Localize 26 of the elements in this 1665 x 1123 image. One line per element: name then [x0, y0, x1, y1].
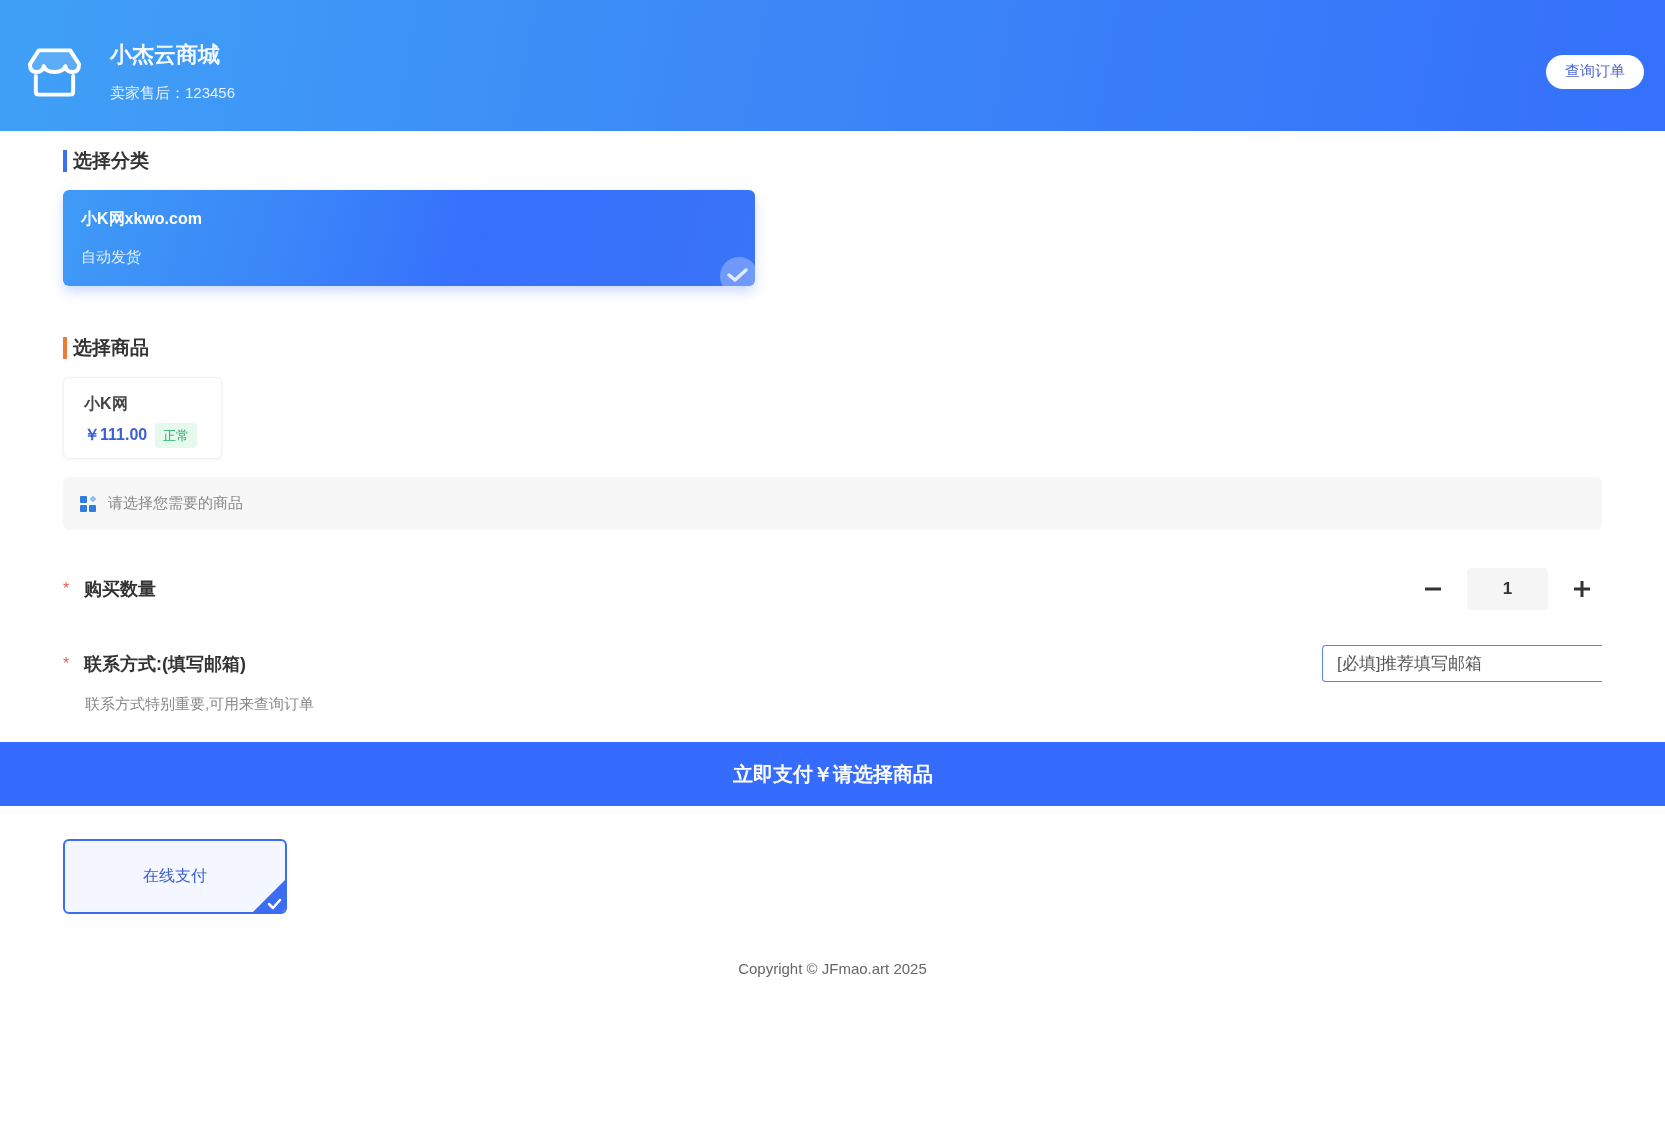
contact-note: 联系方式特别重要,可用来查询订单: [85, 695, 315, 712]
store-icon: [27, 45, 82, 98]
category-name: 小K网xkwo.com: [81, 209, 202, 229]
copyright-text: Copyright © JFmao.art 2025: [738, 960, 927, 977]
pay-button[interactable]: 立即支付￥请选择商品: [0, 742, 1665, 806]
quantity-field[interactable]: 1: [1467, 568, 1548, 610]
product-price: ￥111.00: [84, 425, 148, 445]
section-heading: 选择商品: [63, 337, 149, 359]
category-card[interactable]: 小K网xkwo.com 自动发货: [63, 190, 755, 286]
seller-support-text: 卖家售后：123456: [110, 82, 236, 103]
hint-text: 请选择您需要的商品: [108, 494, 243, 513]
status-badge: 正常: [155, 422, 198, 448]
quantity-label: 购买数量: [84, 578, 156, 601]
contact-label: 联系方式:(填写邮箱): [84, 652, 246, 676]
plus-icon: [1574, 581, 1590, 597]
required-mark: *: [63, 579, 71, 599]
payment-option[interactable]: 在线支付: [63, 839, 287, 914]
section-heading: 选择分类: [63, 150, 149, 172]
delivery-tag: 自动发货: [81, 247, 141, 267]
product-name: 小K网: [84, 394, 128, 414]
required-mark: *: [63, 653, 71, 674]
grid-icon: [80, 495, 97, 512]
shop-title: 小杰云商城: [110, 40, 220, 69]
query-order-button[interactable]: 查询订单: [1546, 54, 1644, 89]
product-card[interactable]: 小K网 ￥111.00 正常: [63, 377, 222, 459]
email-field[interactable]: [必填]推荐填写邮箱: [1322, 645, 1602, 682]
